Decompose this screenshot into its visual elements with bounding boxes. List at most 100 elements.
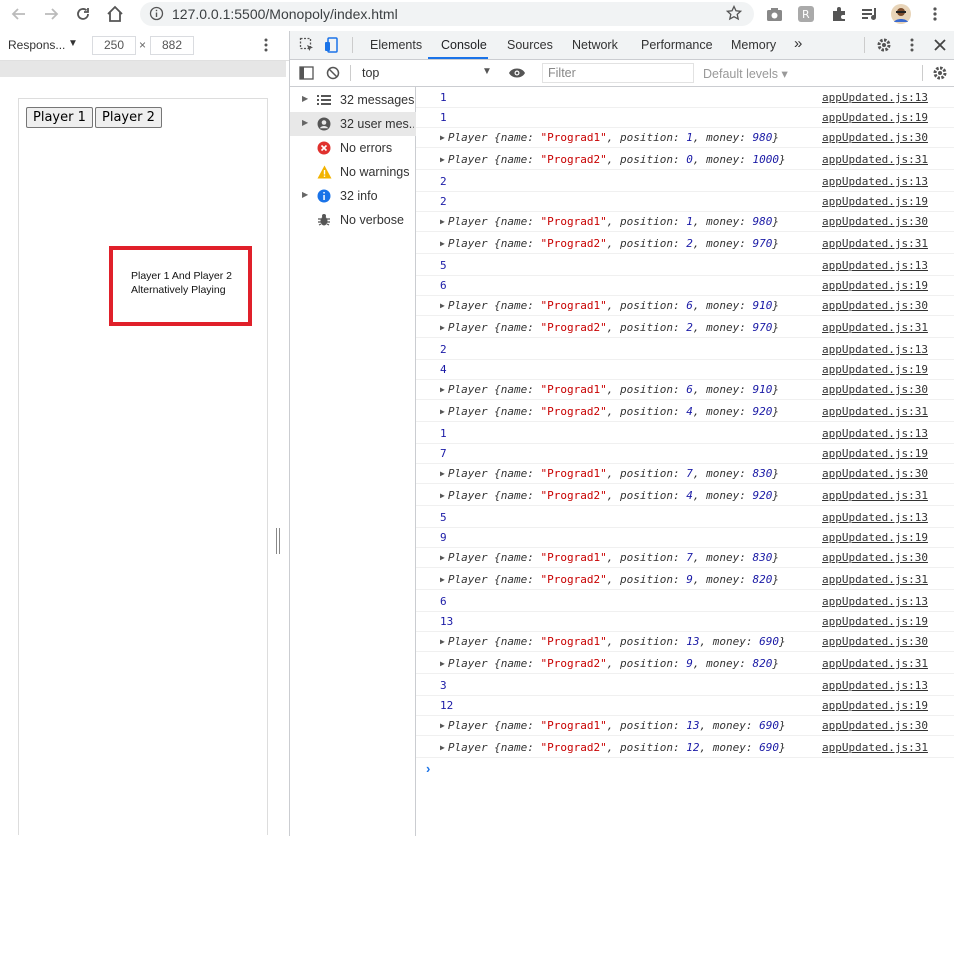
viewport-resize-handle[interactable]: [276, 528, 280, 554]
sidebar-toggle-icon[interactable]: [297, 64, 315, 82]
source-link[interactable]: appUpdated.js:19: [822, 111, 928, 124]
logged-object[interactable]: ▶ Player {name: "Prograd2", position: 12,…: [440, 741, 786, 754]
home-icon[interactable]: [102, 1, 128, 27]
expand-triangle-icon[interactable]: ▶: [440, 659, 445, 668]
expand-triangle-icon[interactable]: ▶: [440, 155, 445, 164]
expand-triangle-icon[interactable]: ▶: [440, 385, 445, 394]
star-icon[interactable]: [725, 4, 743, 24]
menu-kebab-icon[interactable]: [925, 4, 945, 24]
source-link[interactable]: appUpdated.js:13: [822, 343, 928, 356]
tab-console[interactable]: Console: [441, 38, 487, 52]
logged-object[interactable]: ▶ Player {name: "Prograd2", position: 0, …: [440, 153, 786, 166]
console-message-row[interactable]: ▶ Player {name: "Prograd2", position: 4, …: [416, 401, 954, 422]
viewport-height-input[interactable]: 882: [150, 36, 194, 55]
source-link[interactable]: appUpdated.js:30: [822, 215, 928, 228]
device-preset-select[interactable]: Respons...: [8, 38, 65, 52]
forward-icon[interactable]: [38, 1, 64, 27]
source-link[interactable]: appUpdated.js:19: [822, 279, 928, 292]
source-link[interactable]: appUpdated.js:19: [822, 531, 928, 544]
avatar[interactable]: [891, 4, 911, 24]
logged-object[interactable]: ▶ Player {name: "Prograd1", position: 6, …: [440, 383, 779, 396]
source-link[interactable]: appUpdated.js:30: [822, 551, 928, 564]
source-link[interactable]: appUpdated.js:31: [822, 321, 928, 334]
console-prompt[interactable]: ›: [426, 761, 430, 776]
expand-triangle-icon[interactable]: ▶: [302, 118, 308, 127]
console-settings-gear-icon[interactable]: [931, 64, 949, 82]
source-link[interactable]: appUpdated.js:30: [822, 383, 928, 396]
console-message-row[interactable]: ▶ Player {name: "Prograd2", position: 2, …: [416, 233, 954, 254]
expand-triangle-icon[interactable]: ▶: [440, 407, 445, 416]
source-link[interactable]: appUpdated.js:13: [822, 679, 928, 692]
logged-object[interactable]: ▶ Player {name: "Prograd1", position: 7, …: [440, 551, 779, 564]
console-message-row[interactable]: ▶ Player {name: "Prograd2", position: 0, …: [416, 149, 954, 170]
logged-object[interactable]: ▶ Player {name: "Prograd2", position: 4, …: [440, 405, 779, 418]
source-link[interactable]: appUpdated.js:19: [822, 615, 928, 628]
sidebar-item-verbose[interactable]: No verbose: [290, 208, 416, 232]
sidebar-item-warnings[interactable]: No warnings: [290, 160, 416, 184]
console-message-row[interactable]: ▶ Player {name: "Prograd2", position: 12,…: [416, 737, 954, 758]
logged-object[interactable]: ▶ Player {name: "Prograd1", position: 1, …: [440, 131, 779, 144]
reload-icon[interactable]: [70, 1, 96, 27]
logged-object[interactable]: ▶ Player {name: "Prograd1", position: 7, …: [440, 467, 779, 480]
extensions-puzzle-icon[interactable]: [829, 4, 849, 24]
extension-r-icon[interactable]: R: [796, 4, 816, 24]
sidebar-item-errors[interactable]: No errors: [290, 136, 416, 160]
console-message-row[interactable]: ▶ Player {name: "Prograd1", position: 1, …: [416, 127, 954, 148]
expand-triangle-icon[interactable]: ▶: [440, 133, 445, 142]
source-link[interactable]: appUpdated.js:30: [822, 719, 928, 732]
source-link[interactable]: appUpdated.js:30: [822, 635, 928, 648]
logged-object[interactable]: ▶ Player {name: "Prograd2", position: 2, …: [440, 321, 779, 334]
source-link[interactable]: appUpdated.js:31: [822, 237, 928, 250]
chevron-down-icon[interactable]: ▼: [482, 66, 492, 77]
tab-sources[interactable]: Sources: [507, 38, 553, 52]
source-link[interactable]: appUpdated.js:30: [822, 299, 928, 312]
source-link[interactable]: appUpdated.js:19: [822, 195, 928, 208]
logged-object[interactable]: ▶ Player {name: "Prograd1", position: 13,…: [440, 719, 786, 732]
expand-triangle-icon[interactable]: ▶: [440, 721, 445, 730]
console-message-row[interactable]: ▶ Player {name: "Prograd1", position: 6, …: [416, 379, 954, 400]
source-link[interactable]: appUpdated.js:13: [822, 595, 928, 608]
expand-triangle-icon[interactable]: ▶: [440, 491, 445, 500]
source-link[interactable]: appUpdated.js:30: [822, 467, 928, 480]
expand-triangle-icon[interactable]: ▶: [440, 217, 445, 226]
console-message-row[interactable]: ▶ Player {name: "Prograd2", position: 9, …: [416, 569, 954, 590]
source-link[interactable]: appUpdated.js:31: [822, 741, 928, 754]
source-link[interactable]: appUpdated.js:13: [822, 511, 928, 524]
expand-triangle-icon[interactable]: ▶: [302, 190, 308, 199]
tab-elements[interactable]: Elements: [370, 38, 422, 52]
console-message-row[interactable]: ▶ Player {name: "Prograd1", position: 7, …: [416, 463, 954, 484]
source-link[interactable]: appUpdated.js:13: [822, 175, 928, 188]
eye-icon[interactable]: [508, 64, 526, 82]
logged-object[interactable]: ▶ Player {name: "Prograd1", position: 13,…: [440, 635, 786, 648]
tab-performance[interactable]: Performance: [641, 38, 713, 52]
source-link[interactable]: appUpdated.js:31: [822, 153, 928, 166]
source-link[interactable]: appUpdated.js:13: [822, 91, 928, 104]
close-icon[interactable]: [931, 36, 949, 54]
inspect-element-icon[interactable]: [298, 36, 316, 54]
sidebar-item-messages[interactable]: ▶ 32 messages: [290, 88, 416, 112]
console-message-row[interactable]: ▶ Player {name: "Prograd1", position: 13,…: [416, 631, 954, 652]
console-message-row[interactable]: ▶ Player {name: "Prograd1", position: 13,…: [416, 715, 954, 736]
logged-object[interactable]: ▶ Player {name: "Prograd2", position: 4, …: [440, 489, 779, 502]
console-message-row[interactable]: ▶ Player {name: "Prograd2", position: 4, …: [416, 485, 954, 506]
expand-triangle-icon[interactable]: ▶: [440, 469, 445, 478]
source-link[interactable]: appUpdated.js:19: [822, 699, 928, 712]
devtools-kebab-icon[interactable]: [903, 36, 921, 54]
expand-triangle-icon[interactable]: ▶: [440, 743, 445, 752]
clear-console-icon[interactable]: [324, 64, 342, 82]
chevron-down-icon[interactable]: ▼: [68, 38, 78, 49]
logged-object[interactable]: ▶ Player {name: "Prograd2", position: 2, …: [440, 237, 779, 250]
source-link[interactable]: appUpdated.js:19: [822, 363, 928, 376]
tab-memory[interactable]: Memory: [731, 38, 776, 52]
log-levels-select[interactable]: Default levels ▾: [703, 66, 788, 81]
expand-triangle-icon[interactable]: ▶: [302, 94, 308, 103]
filter-input[interactable]: Filter: [542, 63, 694, 83]
player-1-button[interactable]: Player 1: [26, 107, 93, 128]
console-message-row[interactable]: ▶ Player {name: "Prograd1", position: 6, …: [416, 295, 954, 316]
expand-triangle-icon[interactable]: ▶: [440, 239, 445, 248]
back-icon[interactable]: [6, 1, 32, 27]
sidebar-item-user-messages[interactable]: ▶ 32 user mes...: [290, 112, 416, 136]
console-message-row[interactable]: ▶ Player {name: "Prograd2", position: 9, …: [416, 653, 954, 674]
console-message-row[interactable]: ▶ Player {name: "Prograd1", position: 1, …: [416, 211, 954, 232]
more-tabs-icon[interactable]: »: [794, 35, 802, 52]
